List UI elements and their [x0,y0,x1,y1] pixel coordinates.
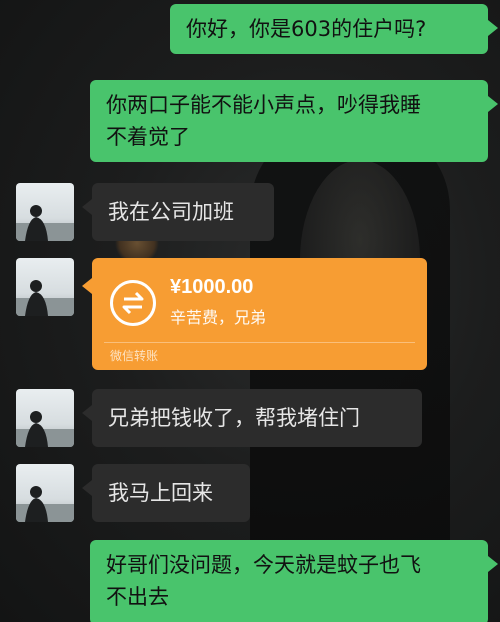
sent-message[interactable]: 好哥们没问题，今天就是蚊子也飞 不出去 [90,540,498,622]
message-text: 兄弟把钱收了，帮我堵住门 [108,406,360,430]
wechat-transfer-card[interactable]: ¥1000.00 辛苦费，兄弟 微信转账 [82,258,427,370]
contact-avatar[interactable] [16,258,74,316]
transfer-arrows-icon [110,280,156,326]
received-message[interactable]: 我马上回来 [82,464,250,522]
received-message[interactable]: 兄弟把钱收了，帮我堵住门 [82,389,422,447]
transfer-note: 辛苦费，兄弟 [170,308,267,327]
received-message[interactable]: 我在公司加班 [82,183,274,241]
avatar-silhouette-icon [16,205,74,241]
contact-avatar[interactable] [16,389,74,447]
message-text: 你好，你是603的住户吗? [186,17,427,41]
transfer-amount: ¥1000.00 [170,276,254,298]
message-text: 我在公司加班 [108,200,234,224]
message-text-line: 不着觉了 [106,125,190,149]
message-text-line: 你两口子能不能小声点，吵得我睡 [106,93,421,117]
avatar-silhouette-icon [16,411,74,447]
sent-message[interactable]: 你好，你是603的住户吗? [170,4,498,54]
transfer-source-label: 微信转账 [110,349,159,363]
sent-message[interactable]: 你两口子能不能小声点，吵得我睡 不着觉了 [90,80,498,162]
avatar-silhouette-icon [16,280,74,316]
contact-avatar[interactable] [16,464,74,522]
message-text: 我马上回来 [108,481,213,505]
message-text-line: 不出去 [106,585,169,609]
message-text-line: 好哥们没问题，今天就是蚊子也飞 [106,553,421,577]
contact-avatar[interactable] [16,183,74,241]
avatar-silhouette-icon [16,486,74,522]
divider [104,342,415,343]
